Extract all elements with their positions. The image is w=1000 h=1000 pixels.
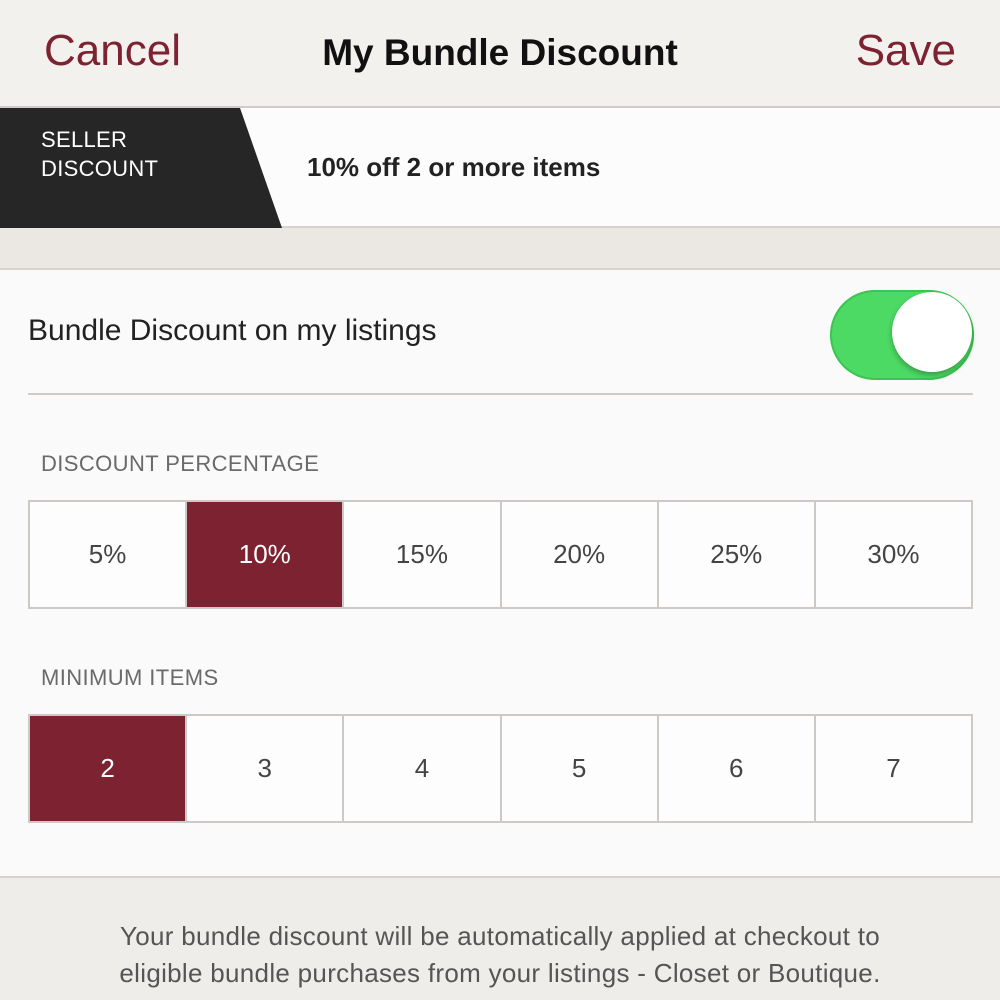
- min-items-option-3[interactable]: 3: [185, 716, 342, 821]
- section-spacer: [0, 228, 1000, 270]
- minimum-items-selector: 2 3 4 5 6 7: [28, 714, 973, 823]
- bundle-discount-toggle[interactable]: [830, 290, 974, 380]
- discount-summary: 10% off 2 or more items: [307, 152, 601, 182]
- footer-note-line-2: eligible bundle purchases from your list…: [119, 958, 881, 988]
- seller-discount-tag-label: SELLER DISCOUNT: [41, 125, 211, 183]
- footer-note-line-1: Your bundle discount will be automatical…: [119, 921, 880, 951]
- min-items-option-5[interactable]: 5: [499, 716, 657, 821]
- discount-percentage-heading: DISCOUNT PERCENTAGE: [41, 451, 320, 476]
- discount-option-10[interactable]: 10%: [185, 502, 343, 607]
- min-items-option-2[interactable]: 2: [30, 716, 186, 821]
- min-items-option-4[interactable]: 4: [342, 716, 499, 821]
- settings-card: Bundle Discount on my listings DISCOUNT …: [0, 270, 1000, 878]
- page-title: My Bundle Discount: [322, 32, 678, 73]
- minimum-items-heading: MINIMUM ITEMS: [41, 665, 219, 690]
- footer-note: Your bundle discount will be automatical…: [0, 918, 1000, 992]
- tag-line-2: DISCOUNT: [41, 156, 159, 181]
- discount-option-25[interactable]: 25%: [656, 502, 814, 607]
- discount-percentage-selector: 5% 10% 15% 20% 25% 30%: [28, 500, 973, 609]
- divider: [28, 393, 973, 395]
- save-button[interactable]: Save: [856, 26, 956, 76]
- discount-option-30[interactable]: 30%: [813, 502, 971, 607]
- nav-bar: Cancel My Bundle Discount Save: [0, 0, 1000, 108]
- bundle-toggle-label: Bundle Discount on my listings: [28, 314, 437, 347]
- toggle-knob: [892, 292, 972, 372]
- seller-discount-banner: SELLER DISCOUNT 10% off 2 or more items: [0, 108, 1000, 228]
- min-items-option-6[interactable]: 6: [656, 716, 814, 821]
- discount-option-20[interactable]: 20%: [499, 502, 657, 607]
- tag-line-1: SELLER: [41, 127, 128, 152]
- discount-option-5[interactable]: 5%: [30, 502, 185, 607]
- min-items-option-7[interactable]: 7: [813, 716, 971, 821]
- discount-option-15[interactable]: 15%: [342, 502, 499, 607]
